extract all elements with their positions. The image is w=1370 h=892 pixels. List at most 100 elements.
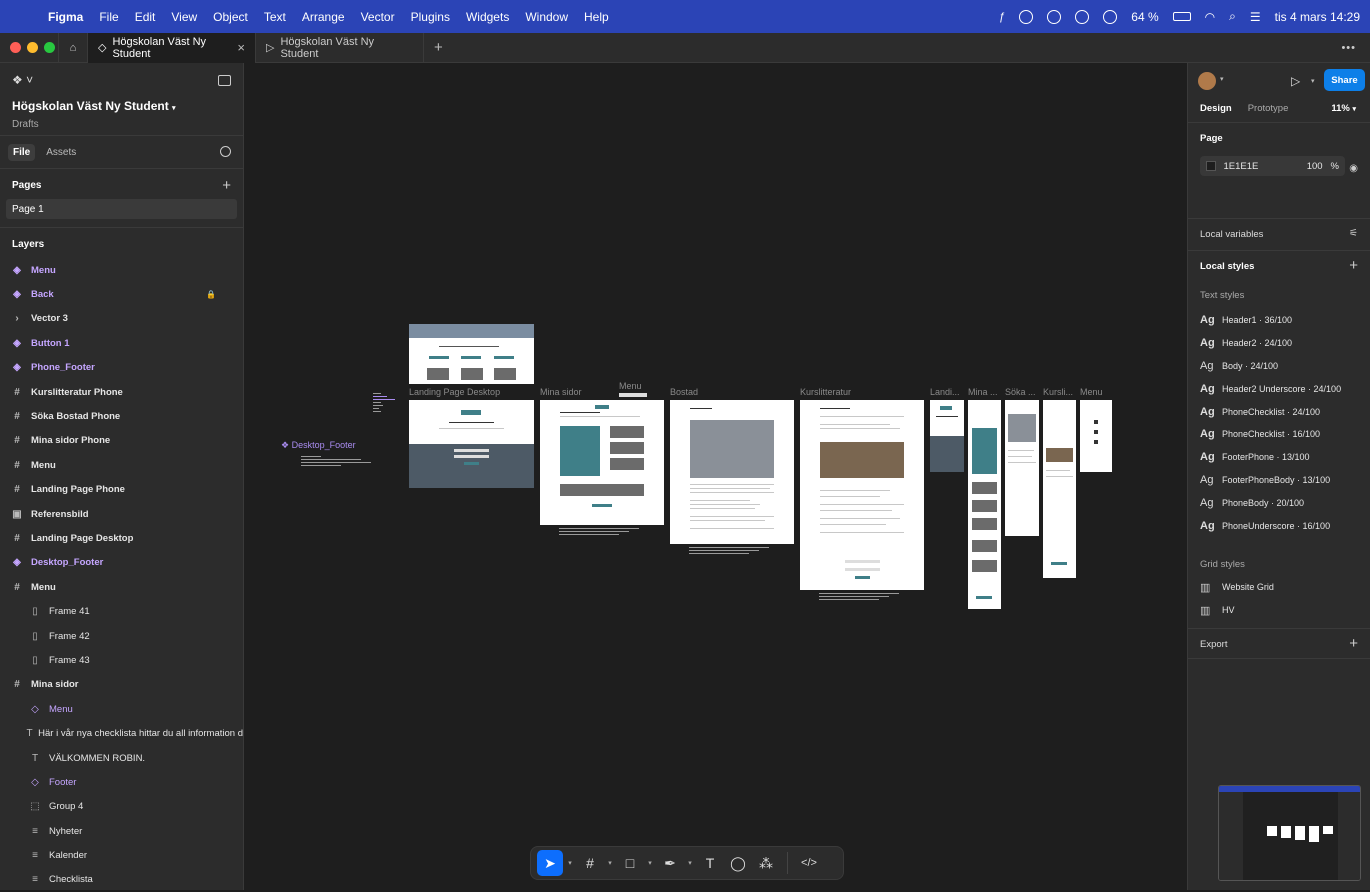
bostad-frame[interactable] <box>670 400 794 544</box>
figma-menu-icon[interactable]: ❖ ˅ <box>12 73 33 87</box>
frame-label-menu-phone[interactable]: Menu <box>1080 387 1103 397</box>
layer-item[interactable]: ◈ Menu <box>0 258 243 282</box>
compass-icon[interactable] <box>1047 9 1062 24</box>
text-style-item[interactable]: Ag Header2 Underscore · 24/100 <box>1200 377 1358 400</box>
dev-mode-icon[interactable]: </> <box>796 850 822 876</box>
tab-file[interactable]: File <box>8 143 36 161</box>
grid-style-item[interactable]: ▥ Website Grid <box>1200 576 1358 599</box>
frame-label-kurslitteratur[interactable]: Kurslitteratur <box>800 387 851 397</box>
local-variables-section[interactable]: Local variables ⚟ <box>1188 219 1370 251</box>
tab-prototype-file[interactable]: ▷ Högskolan Väst Ny Student <box>256 32 424 63</box>
menu-object[interactable]: Object <box>205 10 256 24</box>
mina-sidor-footer[interactable] <box>559 528 649 537</box>
layer-item[interactable]: ▣ Referensbild <box>0 502 243 526</box>
frame-label-mina-sidor[interactable]: Mina sidor <box>540 387 582 397</box>
minimize-window-icon[interactable] <box>27 42 38 53</box>
settings-circle-icon[interactable] <box>1075 9 1090 24</box>
bostad-footer[interactable] <box>689 547 779 556</box>
actions-icon[interactable]: ⁂ <box>753 850 779 876</box>
layer-item[interactable]: # Menu <box>0 453 243 477</box>
reference-image-frame[interactable] <box>409 324 534 384</box>
page-item-1[interactable]: Page 1 <box>6 199 237 219</box>
battery-icon[interactable] <box>1172 12 1191 21</box>
frame-label-landing-desktop[interactable]: Landing Page Desktop <box>409 387 500 397</box>
text-tool-icon[interactable]: T <box>697 850 723 876</box>
layer-item[interactable]: ◈ Desktop_Footer <box>0 551 243 575</box>
tab-active-file[interactable]: ◇ Högskolan Väst Ny Student × <box>88 32 256 63</box>
close-icon[interactable]: × <box>237 40 245 55</box>
figma-status-icon[interactable]: ƒ <box>999 11 1005 23</box>
chevron-down-icon[interactable]: ▾ <box>565 859 575 867</box>
eye-icon[interactable]: ◉ <box>1349 163 1358 174</box>
tab-design[interactable]: Design <box>1194 101 1238 116</box>
layer-item[interactable]: › Vector 3 <box>0 307 243 331</box>
menu-view[interactable]: View <box>163 10 205 24</box>
local-variables-label[interactable]: Local variables <box>1200 229 1358 240</box>
kurslitteratur-frame[interactable] <box>800 400 924 590</box>
chevron-down-icon[interactable]: ▾ <box>1311 77 1315 85</box>
layer-item[interactable]: ▯ Frame 41 <box>0 599 243 623</box>
cloud-icon[interactable] <box>1019 9 1034 24</box>
layer-item[interactable]: # Landing Page Desktop <box>0 526 243 550</box>
text-style-item[interactable]: Ag Body · 24/100 <box>1200 355 1358 378</box>
frame-label-mina-phone[interactable]: Mina ... <box>968 387 998 397</box>
layer-item[interactable]: ◇ Footer <box>0 770 243 794</box>
frame-tool-icon[interactable]: # <box>577 850 603 876</box>
file-title[interactable]: Högskolan Väst Ny Student ▾ <box>12 99 231 113</box>
share-button[interactable]: Share <box>1324 69 1365 91</box>
landing-phone-frame[interactable] <box>930 400 964 472</box>
play-circle-icon[interactable] <box>1103 9 1118 24</box>
close-window-icon[interactable] <box>10 42 21 53</box>
layer-item[interactable]: ◈ Button 1 <box>0 331 243 355</box>
layer-item[interactable]: # Söka Bostad Phone <box>0 404 243 428</box>
kurslitteratur-footer[interactable] <box>819 593 909 602</box>
layer-item[interactable]: ⬚ Group 4 <box>0 795 243 819</box>
text-style-item[interactable]: Ag Header1 · 36/100 <box>1200 309 1358 332</box>
menu-text[interactable]: Text <box>256 10 294 24</box>
text-style-item[interactable]: Ag Header2 · 24/100 <box>1200 332 1358 355</box>
menu-plugins[interactable]: Plugins <box>403 10 458 24</box>
frame-label-landing-phone[interactable]: Landi... <box>930 387 960 397</box>
layer-item[interactable]: T Här i vår nya checklista hittar du all … <box>0 721 244 745</box>
menu-app[interactable]: Figma <box>40 10 91 24</box>
layer-item[interactable]: ◈ Phone_Footer <box>0 356 243 380</box>
layer-item[interactable]: # Menu <box>0 575 243 599</box>
minimap[interactable] <box>1218 785 1361 881</box>
soka-bostad-phone-frame[interactable] <box>1005 400 1039 536</box>
frame-label-menu[interactable]: Menu <box>619 381 642 391</box>
text-style-item[interactable]: Ag PhoneUnderscore · 16/100 <box>1200 514 1358 537</box>
menu-phone-frame[interactable] <box>1080 400 1112 472</box>
layer-item[interactable]: # Landing Page Phone <box>0 478 243 502</box>
zoom-window-icon[interactable] <box>44 42 55 53</box>
layer-item[interactable]: # Mina sidor <box>0 673 243 697</box>
menu-frame[interactable] <box>619 393 647 397</box>
layer-item[interactable]: ≡ Kalender <box>0 843 243 867</box>
zoom-level[interactable]: 11% ▾ <box>1331 103 1356 114</box>
battery-percent[interactable]: 64 % <box>1131 10 1158 24</box>
text-style-item[interactable]: Ag PhoneBody · 20/100 <box>1200 491 1358 514</box>
avatar[interactable] <box>1198 72 1216 90</box>
menu-vector[interactable]: Vector <box>353 10 403 24</box>
frame-label-soka-phone[interactable]: Söka ... <box>1005 387 1036 397</box>
wifi-icon[interactable]: ◠ <box>1205 10 1215 24</box>
layer-item[interactable]: ◇ Menu <box>0 697 243 721</box>
kurslitteratur-phone-frame[interactable] <box>1043 400 1076 578</box>
present-icon[interactable]: ▷ <box>1291 74 1300 88</box>
home-icon[interactable]: ⌂ <box>58 32 88 63</box>
more-icon[interactable]: ••• <box>1341 42 1370 54</box>
layer-item[interactable]: ▯ Frame 42 <box>0 624 243 648</box>
desktop-footer-preview[interactable] <box>301 456 401 468</box>
text-style-item[interactable]: Ag PhoneChecklist · 16/100 <box>1200 423 1358 446</box>
pen-tool-icon[interactable]: ✒ <box>657 850 683 876</box>
layer-item[interactable]: ▯ Frame 43 <box>0 648 243 672</box>
menu-help[interactable]: Help <box>576 10 617 24</box>
layer-item[interactable]: # Mina sidor Phone <box>0 429 243 453</box>
menu-arrange[interactable]: Arrange <box>294 10 353 24</box>
color-swatch[interactable] <box>1206 161 1216 171</box>
bg-hex[interactable]: 1E1E1E <box>1224 161 1299 172</box>
clock[interactable]: tis 4 mars 14:29 <box>1275 10 1360 24</box>
frame-label-bostad[interactable]: Bostad <box>670 387 698 397</box>
layer-item[interactable]: # Kurslitteratur Phone <box>0 380 243 404</box>
add-export-icon[interactable]: + <box>1349 635 1358 652</box>
menu-edit[interactable]: Edit <box>127 10 164 24</box>
